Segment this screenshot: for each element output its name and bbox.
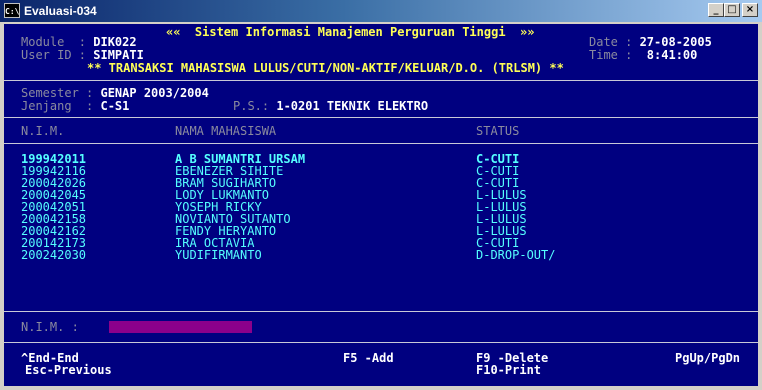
- semester-label: Semester :: [21, 86, 101, 100]
- print-key-hint[interactable]: F10-Print: [476, 363, 541, 377]
- ps-value: 1-0201 TEKNIK ELEKTRO: [276, 99, 429, 113]
- divider: [4, 311, 758, 312]
- nim-input-label: N.I.M. :: [21, 320, 87, 334]
- page-key-hint[interactable]: PgUp/PgDn: [675, 351, 740, 365]
- column-header-status: STATUS: [476, 124, 520, 138]
- divider: [4, 117, 758, 118]
- divider: [4, 342, 758, 343]
- column-header-nama: NAMA MAHASISWA: [175, 124, 277, 138]
- jenjang-label: Jenjang :: [21, 99, 101, 113]
- nama-cell: YUDIFIRMANTO: [175, 248, 262, 262]
- ps-line: P.S.: 1-0201 TEKNIK ELEKTRO: [233, 99, 428, 113]
- app-title: «« Sistem Informasi Manajemen Perguruan …: [166, 25, 535, 39]
- jenjang-value: C-S1: [100, 99, 130, 113]
- title-bar[interactable]: C:\ Evaluasi-034 _ □ ×: [0, 0, 762, 22]
- date-line: Date : 27-08-2005: [589, 35, 712, 49]
- semester-value: GENAP 2003/2004: [100, 86, 209, 100]
- date-label: Date :: [589, 35, 640, 49]
- userid-value: SIMPATI: [93, 48, 144, 62]
- nim-cell: 200242030: [21, 248, 87, 262]
- maximize-button[interactable]: □: [724, 3, 740, 17]
- close-button[interactable]: ×: [742, 3, 758, 17]
- time-line: Time : 8:41:00: [589, 48, 697, 62]
- semester-line: Semester : GENAP 2003/2004: [21, 86, 209, 100]
- status-cell: D-DROP-OUT/: [476, 248, 556, 262]
- time-label: Time :: [589, 48, 640, 62]
- screen-title: ** TRANSAKSI MAHASISWA LULUS/CUTI/NON-AK…: [87, 61, 564, 75]
- column-header-nim: N.I.M.: [21, 124, 65, 138]
- time-value: 8:41:00: [639, 48, 698, 62]
- module-line: Module : DIK022: [21, 35, 137, 49]
- divider: [4, 143, 758, 144]
- module-label: Module :: [21, 35, 94, 49]
- module-value: DIK022: [93, 35, 137, 49]
- divider: [4, 80, 758, 81]
- userid-line: User ID : SIMPATI: [21, 48, 144, 62]
- add-key-hint[interactable]: F5 -Add: [343, 351, 394, 365]
- console-icon[interactable]: C:\: [4, 3, 20, 18]
- minimize-button[interactable]: _: [708, 3, 724, 17]
- console-window: C:\ Evaluasi-034 _ □ × «« Sistem Informa…: [0, 0, 762, 390]
- esc-key-hint[interactable]: Esc-Previous: [25, 363, 112, 377]
- userid-label: User ID :: [21, 48, 94, 62]
- window-title: Evaluasi-034: [24, 4, 97, 18]
- date-value: 27-08-2005: [639, 35, 712, 49]
- nim-input[interactable]: [109, 321, 252, 333]
- jenjang-line: Jenjang : C-S1: [21, 99, 129, 113]
- console-screen[interactable]: «« Sistem Informasi Manajemen Perguruan …: [4, 24, 758, 386]
- ps-label: P.S.:: [233, 99, 277, 113]
